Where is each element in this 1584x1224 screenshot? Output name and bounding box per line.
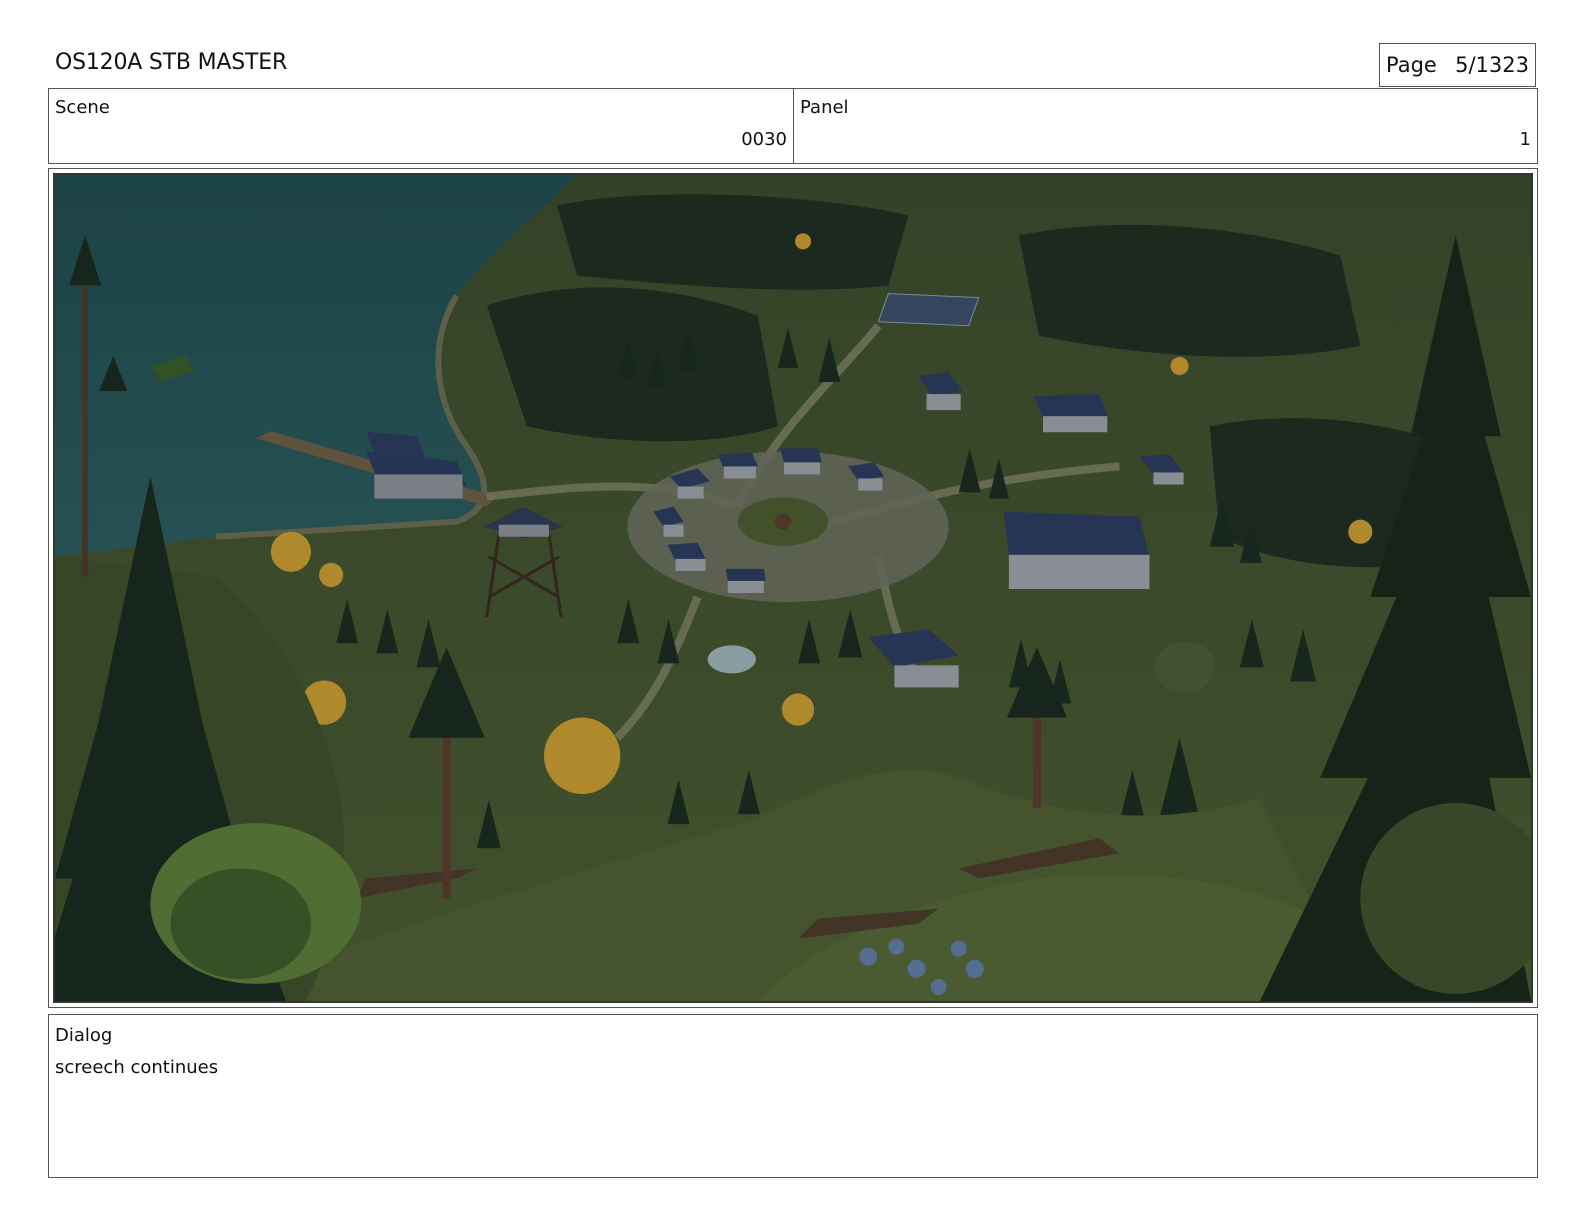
dialog-box: Dialog screech continues — [48, 1014, 1538, 1178]
page-label: Page — [1386, 53, 1437, 77]
scene-label: Scene — [55, 97, 110, 118]
camp-aerial-illustration — [55, 175, 1531, 1001]
scene-value: 0030 — [741, 129, 787, 150]
scene-cell: Scene 0030 — [49, 89, 794, 163]
panel-value: 1 — [1519, 129, 1531, 150]
page-number: 5/1323 — [1455, 53, 1529, 77]
storyboard-frame — [48, 168, 1538, 1008]
page-indicator: Page 5/1323 — [1379, 43, 1536, 87]
scene-panel-row: Scene 0030 Panel 1 — [48, 88, 1538, 164]
panel-label: Panel — [800, 97, 849, 118]
storyboard-image — [53, 173, 1533, 1003]
document-title: OS120A STB MASTER — [55, 50, 288, 75]
dialog-text: screech continues — [55, 1057, 219, 1078]
dialog-label: Dialog — [55, 1025, 113, 1046]
panel-cell: Panel 1 — [794, 89, 1537, 163]
